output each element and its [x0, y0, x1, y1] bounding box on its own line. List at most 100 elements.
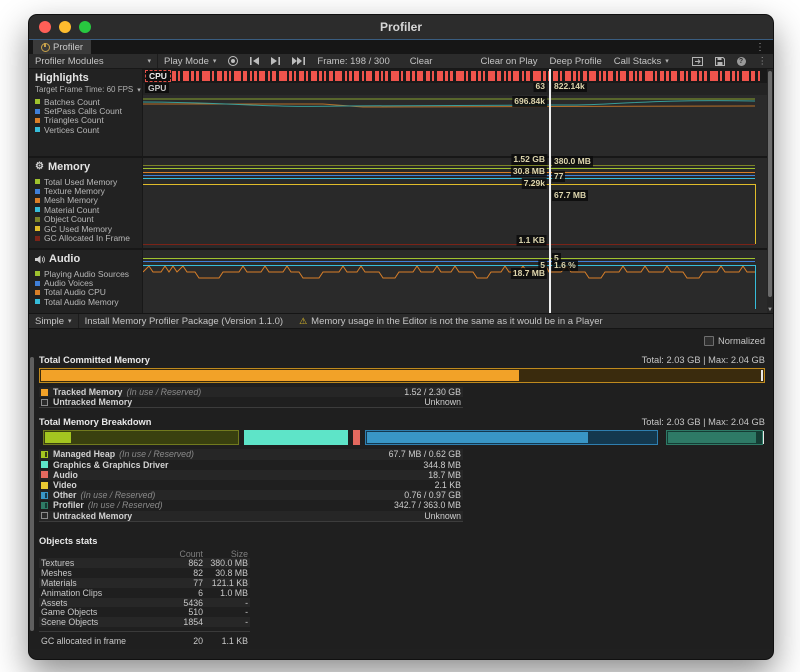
minimize-window-button[interactable]: [59, 21, 71, 33]
stat-size: 380.0 MB: [203, 558, 248, 568]
legend-item[interactable]: Vertices Count: [35, 125, 142, 134]
cpu-frame-bar: [589, 71, 596, 81]
chart-line: [143, 184, 755, 185]
play-mode-dropdown[interactable]: Play Mode ▾: [158, 54, 222, 68]
stat-count: 82: [158, 568, 203, 578]
legend-item[interactable]: Total Used Memory: [35, 177, 142, 186]
target-frame-time-dropdown[interactable]: Target Frame Time: 60 FPS ▾: [29, 85, 142, 94]
legend-item[interactable]: Audio Voices: [35, 278, 142, 287]
legend-item[interactable]: Texture Memory: [35, 186, 142, 195]
legend-row-label: Untracked Memory: [53, 397, 132, 407]
stat-label: Scene Objects: [41, 617, 158, 627]
record-icon: [228, 56, 238, 66]
cpu-track-label[interactable]: CPU: [145, 70, 171, 82]
highlights-chart[interactable]: [143, 95, 773, 158]
normalized-checkbox[interactable]: [704, 336, 714, 346]
cpu-frame-bar: [513, 71, 519, 81]
legend-item[interactable]: Total Audio CPU: [35, 288, 142, 297]
legend-item[interactable]: Mesh Memory: [35, 196, 142, 205]
table-row: Textures862380.0 MB: [39, 558, 250, 568]
cpu-frame-bar: [279, 71, 287, 81]
record-button[interactable]: [222, 54, 244, 68]
cpu-frame-bar: [737, 71, 739, 81]
cpu-frame-bar: [391, 71, 399, 81]
save-profile-button[interactable]: [709, 54, 731, 68]
details-view-dropdown[interactable]: Simple ▾: [29, 314, 79, 328]
legend-row: Other(In use / Reserved)0.76 / 0.97 GB: [39, 490, 463, 500]
call-stacks-dropdown[interactable]: Call Stacks ▾: [608, 54, 675, 68]
cpu-frame-bar: [172, 71, 176, 81]
toolbar-kebab-menu-icon[interactable]: ⋮: [752, 54, 774, 68]
legend-row-swatch: [41, 492, 48, 499]
legend-item[interactable]: Triangles Count: [35, 116, 142, 125]
chart-region[interactable]: 63822.14k696.84k1.52 GB380.0 MB30.8 MB77…: [143, 69, 773, 313]
install-memory-profiler-button[interactable]: Install Memory Profiler Package (Version…: [79, 314, 290, 328]
chart-line: [143, 165, 755, 166]
audio-chart[interactable]: [143, 250, 773, 313]
cpu-frame-bar: [680, 71, 684, 81]
gpu-track-label[interactable]: GPU: [145, 83, 169, 93]
help-button[interactable]: ?: [731, 54, 752, 68]
cpu-frame-bar: [354, 71, 359, 81]
chart-vertical-scrollbar[interactable]: ▼: [767, 69, 773, 313]
memory-chart[interactable]: [143, 158, 773, 250]
cpu-track[interactable]: CPU: [143, 69, 773, 83]
zoom-window-button[interactable]: [79, 21, 91, 33]
memory-breakdown-totals: Total: 2.03 GB | Max: 2.04 GB: [642, 417, 765, 427]
cpu-frame-bar: [196, 71, 199, 81]
cpu-frame-bar: [345, 71, 347, 81]
legend-item[interactable]: GC Used Memory: [35, 224, 142, 233]
scrollbar-down-arrow-icon[interactable]: ▼: [767, 307, 773, 313]
legend-item[interactable]: Batches Count: [35, 97, 142, 106]
legend-item[interactable]: Total Audio Memory: [35, 297, 142, 306]
tab-profiler[interactable]: Profiler: [33, 40, 91, 54]
legend-row-value: 342.7 / 363.0 MB: [394, 500, 461, 510]
cpu-frame-bar: [412, 71, 415, 81]
legend-item[interactable]: Object Count: [35, 215, 142, 224]
cpu-frame-bar: [178, 71, 180, 81]
clear-button[interactable]: Clear: [404, 54, 439, 68]
details-left-scrollbar[interactable]: [30, 357, 34, 631]
legend-row: Untracked MemoryUnknown: [39, 511, 463, 521]
tab-kebab-menu-icon[interactable]: ⋮: [747, 40, 773, 54]
stat-size: 1.0 MB: [203, 588, 248, 598]
next-frame-button[interactable]: [265, 54, 286, 68]
legend-row-label: Audio: [53, 470, 78, 480]
cpu-frame-bar: [691, 71, 697, 81]
clear-on-play-toggle[interactable]: Clear on Play: [474, 54, 543, 68]
legend-item[interactable]: Playing Audio Sources: [35, 269, 142, 278]
gpu-track[interactable]: GPU: [143, 83, 773, 95]
title-bar[interactable]: Profiler: [29, 15, 773, 39]
deep-profile-toggle[interactable]: Deep Profile: [544, 54, 608, 68]
breakdown-segment: [365, 430, 658, 445]
objects-stats: Objects stats Count Size Textures862380.…: [39, 536, 250, 646]
previous-frame-button[interactable]: [244, 54, 265, 68]
legend-item[interactable]: GC Allocated In Frame: [35, 233, 142, 242]
load-profile-button[interactable]: [686, 54, 709, 68]
profiler-modules-dropdown[interactable]: Profiler Modules ▾: [29, 54, 158, 68]
cpu-frame-bar: [522, 71, 524, 81]
legend-item[interactable]: Material Count: [35, 205, 142, 214]
committed-memory-bar[interactable]: [39, 368, 765, 383]
scrollbar-thumb[interactable]: [768, 71, 772, 297]
cpu-frame-bar: [385, 71, 388, 81]
cpu-frame-bar: [488, 71, 495, 81]
cpu-frame-bar: [671, 71, 677, 81]
module-audio: Audio Playing Audio SourcesAudio VoicesT…: [29, 250, 142, 311]
legend-row-value: Unknown: [424, 397, 461, 407]
legend-item[interactable]: SetPass Calls Count: [35, 106, 142, 115]
playhead-line[interactable]: [549, 69, 551, 313]
table-row: Materials77121.1 KB: [39, 578, 250, 588]
stat-label: Assets: [41, 598, 158, 608]
memory-breakdown-bar[interactable]: [39, 430, 765, 445]
close-window-button[interactable]: [39, 21, 51, 33]
stat-size: 121.1 KB: [203, 578, 248, 588]
objects-stats-rows: Textures862380.0 MBMeshes8230.8 MBMateri…: [39, 558, 250, 627]
highlights-curves: [143, 95, 767, 156]
cpu-frame-bar: [483, 71, 485, 81]
gear-icon[interactable]: ⚙: [35, 162, 44, 172]
stat-size: 30.8 MB: [203, 568, 248, 578]
cpu-frame-bar: [645, 71, 653, 81]
legend-row-label: Other: [53, 490, 76, 500]
current-frame-button[interactable]: [286, 54, 311, 68]
